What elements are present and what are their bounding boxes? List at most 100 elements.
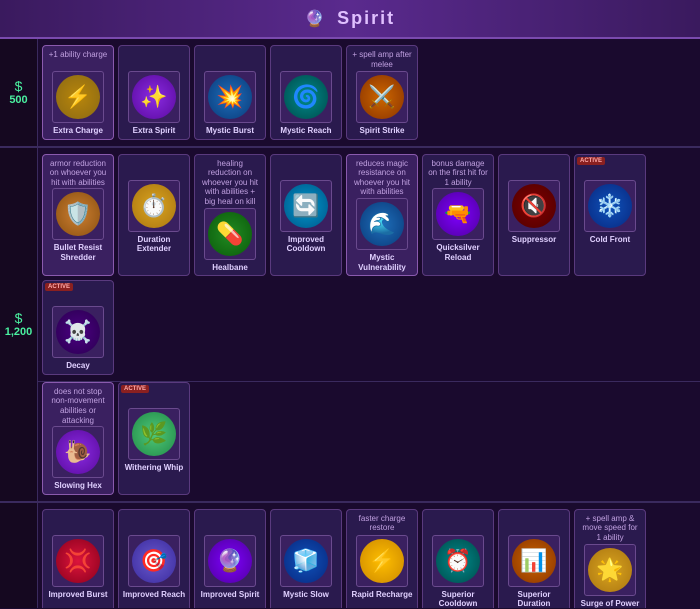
tier-section-1: $1,200 armor reduction on whoever you hi… — [0, 148, 700, 503]
item-icon-quicksilver-reload: 🔫 — [432, 188, 484, 240]
item-card-rapid-recharge[interactable]: faster charge restore ⚡ Rapid Recharge — [346, 509, 418, 608]
items-wrap-0: +1 ability charge ⚡ Extra Charge ✨ Extra… — [38, 39, 700, 146]
main-items-row-0: +1 ability charge ⚡ Extra Charge ✨ Extra… — [38, 39, 700, 146]
item-icon-extra-spirit: ✨ — [128, 71, 180, 123]
sub-items-row-1: does not stop non-movement abilities or … — [38, 381, 700, 501]
item-name-spirit-strike: Spirit Strike — [360, 126, 405, 136]
item-card-slowing-hex[interactable]: does not stop non-movement abilities or … — [42, 382, 114, 495]
item-name-improved-burst: Improved Burst — [48, 590, 107, 600]
item-name-mystic-vulnerability: Mystic Vulnerability — [350, 253, 414, 272]
item-name-improved-reach: Improved Reach — [123, 590, 185, 600]
item-icon-withering-whip: 🌿 — [128, 408, 180, 460]
item-tooltip-healbane: healing reduction on whoever you hit wit… — [198, 158, 262, 208]
item-icon-improved-burst: 💢 — [52, 535, 104, 587]
item-card-improved-cooldown[interactable]: 🔄 Improved Cooldown — [270, 154, 342, 277]
item-card-duration-extender[interactable]: ⏱️ Duration Extender — [118, 154, 190, 277]
item-name-withering-whip: Withering Whip — [125, 463, 184, 473]
item-icon-improved-cooldown: 🔄 — [280, 180, 332, 232]
item-tooltip-mystic-vulnerability: reduces magic resistance on whoever you … — [350, 158, 414, 198]
active-badge-decay: ACTIVE — [45, 283, 73, 291]
item-card-improved-reach[interactable]: 🎯 Improved Reach — [118, 509, 190, 608]
item-icon-mystic-vulnerability: 🌊 — [356, 198, 408, 250]
item-icon-slowing-hex: 🐌 — [52, 426, 104, 478]
item-card-bullet-resist-shredder[interactable]: armor reduction on whoever you hit with … — [42, 154, 114, 277]
item-icon-duration-extender: ⏱️ — [128, 180, 180, 232]
header-icon: 🔮 — [305, 9, 325, 29]
item-card-improved-burst[interactable]: 💢 Improved Burst — [42, 509, 114, 608]
main-items-row-3: 💢 Improved Burst 🎯 Improved Reach 🔮 Impr… — [38, 503, 700, 608]
cost-coin-0: $ — [15, 78, 23, 94]
item-tooltip-bullet-resist-shredder: armor reduction on whoever you hit with … — [46, 158, 110, 189]
item-name-mystic-slow: Mystic Slow — [283, 590, 329, 600]
item-name-mystic-reach: Mystic Reach — [280, 126, 331, 136]
cost-num-0: 500 — [9, 94, 27, 106]
item-name-mystic-burst: Mystic Burst — [206, 126, 254, 136]
item-card-quicksilver-reload[interactable]: bonus damage on the first hit for 1 abil… — [422, 154, 494, 277]
item-icon-rapid-recharge: ⚡ — [356, 535, 408, 587]
item-card-mystic-vulnerability[interactable]: reduces magic resistance on whoever you … — [346, 154, 418, 277]
item-card-suppressor[interactable]: 🔇 Suppressor — [498, 154, 570, 277]
item-card-withering-whip[interactable]: ACTIVE 🌿 Withering Whip — [118, 382, 190, 495]
item-card-extra-charge[interactable]: +1 ability charge ⚡ Extra Charge — [42, 45, 114, 140]
item-icon-bullet-resist-shredder: 🛡️ — [52, 188, 104, 240]
item-name-healbane: Healbane — [212, 263, 248, 273]
item-tooltip-extra-charge: +1 ability charge — [47, 49, 109, 71]
item-name-duration-extender: Duration Extender — [122, 235, 186, 254]
item-icon-cold-front: ❄️ — [584, 180, 636, 232]
item-card-superior-duration[interactable]: 📊 Superior Duration — [498, 509, 570, 608]
item-icon-improved-spirit: 🔮 — [204, 535, 256, 587]
item-name-slowing-hex: Slowing Hex — [54, 481, 102, 491]
item-name-extra-spirit: Extra Spirit — [133, 126, 176, 136]
item-card-mystic-slow[interactable]: 🧊 Mystic Slow — [270, 509, 342, 608]
item-tooltip-quicksilver-reload: bonus damage on the first hit for 1 abil… — [426, 158, 490, 189]
item-card-mystic-reach[interactable]: 🌀 Mystic Reach — [270, 45, 342, 140]
item-card-mystic-burst[interactable]: 💥 Mystic Burst — [194, 45, 266, 140]
tier-section-0: $500 +1 ability charge ⚡ Extra Charge ✨ … — [0, 39, 700, 148]
item-card-spirit-strike[interactable]: + spell amp after melee ⚔️ Spirit Strike — [346, 45, 418, 140]
main-items-row-1: armor reduction on whoever you hit with … — [38, 148, 700, 381]
item-name-suppressor: Suppressor — [512, 235, 556, 245]
item-icon-spirit-strike: ⚔️ — [356, 71, 408, 123]
item-icon-superior-duration: 📊 — [508, 535, 560, 587]
item-name-superior-duration: Superior Duration — [502, 590, 566, 608]
cost-label-0: $500 — [0, 39, 38, 146]
item-card-improved-spirit[interactable]: 🔮 Improved Spirit — [194, 509, 266, 608]
item-icon-improved-reach: 🎯 — [128, 535, 180, 587]
item-card-healbane[interactable]: healing reduction on whoever you hit wit… — [194, 154, 266, 277]
item-card-superior-cooldown[interactable]: ⏰ Superior Cooldown — [422, 509, 494, 608]
main-content: $500 +1 ability charge ⚡ Extra Charge ✨ … — [0, 39, 700, 608]
item-name-improved-spirit: Improved Spirit — [201, 590, 260, 600]
item-name-surge-of-power: Surge of Power — [581, 599, 640, 609]
item-icon-surge-of-power: 🌟 — [584, 544, 636, 596]
item-name-superior-cooldown: Superior Cooldown — [426, 590, 490, 608]
item-icon-mystic-burst: 💥 — [204, 71, 256, 123]
item-name-decay: Decay — [66, 361, 90, 371]
item-icon-extra-charge: ⚡ — [52, 71, 104, 123]
items-wrap-1: armor reduction on whoever you hit with … — [38, 148, 700, 501]
item-icon-suppressor: 🔇 — [508, 180, 560, 232]
item-icon-superior-cooldown: ⏰ — [432, 535, 484, 587]
items-wrap-3: 💢 Improved Burst 🎯 Improved Reach 🔮 Impr… — [38, 503, 700, 608]
item-card-surge-of-power[interactable]: + spell amp & move speed for 1 ability 🌟… — [574, 509, 646, 608]
item-tooltip-surge-of-power: + spell amp & move speed for 1 ability — [578, 513, 642, 544]
item-card-cold-front[interactable]: ACTIVE ❄️ Cold Front — [574, 154, 646, 277]
tier-section-3: $3,000 💢 Improved Burst 🎯 Improved Reach… — [0, 503, 700, 608]
cost-coin-1: $ — [15, 310, 23, 326]
cost-num-1: 1,200 — [5, 326, 33, 338]
active-badge-withering-whip: ACTIVE — [121, 385, 149, 393]
header-title: Spirit — [337, 8, 395, 28]
item-icon-mystic-reach: 🌀 — [280, 71, 332, 123]
item-name-extra-charge: Extra Charge — [53, 126, 103, 136]
item-tooltip-rapid-recharge: faster charge restore — [350, 513, 414, 535]
cost-label-3: $3,000 — [0, 503, 38, 608]
item-card-extra-spirit[interactable]: ✨ Extra Spirit — [118, 45, 190, 140]
item-tooltip-spirit-strike: + spell amp after melee — [350, 49, 414, 71]
item-tooltip-slowing-hex: does not stop non-movement abilities or … — [46, 386, 110, 426]
item-name-improved-cooldown: Improved Cooldown — [274, 235, 338, 254]
item-name-cold-front: Cold Front — [590, 235, 630, 245]
item-card-decay[interactable]: ACTIVE ☠️ Decay — [42, 280, 114, 375]
item-icon-mystic-slow: 🧊 — [280, 535, 332, 587]
item-icon-healbane: 💊 — [204, 208, 256, 260]
cost-label-1: $1,200 — [0, 148, 38, 501]
active-badge-cold-front: ACTIVE — [577, 157, 605, 165]
